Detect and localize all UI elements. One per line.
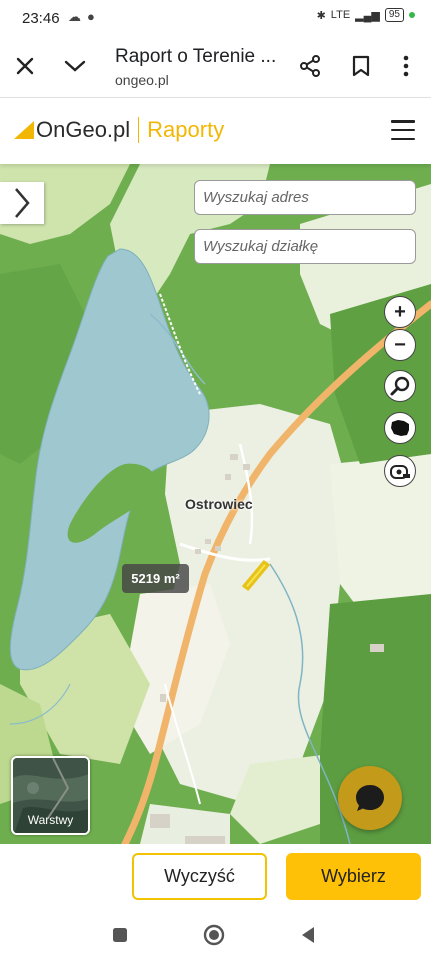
network-type: LTE <box>330 9 351 21</box>
menu-icon[interactable] <box>391 120 415 140</box>
measure-tape-icon[interactable] <box>384 455 416 487</box>
system-nav-bar <box>0 910 431 960</box>
place-label: Ostrowiec <box>185 496 253 512</box>
chat-icon <box>356 785 384 811</box>
chevron-right-icon <box>15 188 30 218</box>
action-bar: Wyczyść Wybierz <box>0 844 431 910</box>
status-time: 23:46 <box>22 10 60 27</box>
recent-apps-icon[interactable] <box>109 924 131 946</box>
bookmark-icon[interactable] <box>346 51 376 81</box>
share-icon[interactable] <box>295 51 325 81</box>
layers-label: Warstwy <box>27 813 74 827</box>
logo-divider <box>138 117 140 143</box>
battery-level: 95 <box>384 8 404 22</box>
brand-name: OnGeo.pl <box>36 117 131 142</box>
search-icon[interactable] <box>384 370 416 402</box>
chevron-down-icon[interactable] <box>60 51 90 81</box>
site-logo[interactable]: OnGeo.pl Raporty <box>14 117 224 143</box>
close-icon[interactable] <box>10 51 40 81</box>
chat-button[interactable] <box>338 766 402 830</box>
bluetooth-icon: ✱ <box>316 9 326 22</box>
clear-button[interactable]: Wyczyść <box>132 853 267 900</box>
status-bar: 23:46 ☁ ● ✱ LTE ▂▄▆ 95 <box>0 0 431 36</box>
poland-map-icon[interactable] <box>384 412 416 444</box>
search-address-input[interactable] <box>194 180 416 215</box>
map-view[interactable]: + − Ostrowiec 5219 m² Warstwy <box>0 164 431 844</box>
sidebar-toggle[interactable] <box>0 182 44 224</box>
layers-button[interactable]: Warstwy <box>11 756 90 835</box>
logo-triangle-icon <box>14 121 34 139</box>
signal-icon: ▂▄▆ <box>355 9 380 22</box>
status-notification-icons: ☁ ● <box>68 9 95 25</box>
back-icon[interactable] <box>297 924 319 946</box>
status-right: ✱ LTE ▂▄▆ 95 <box>317 8 415 22</box>
more-vert-icon[interactable] <box>391 51 421 81</box>
choose-button[interactable]: Wybierz <box>286 853 421 900</box>
section-name: Raporty <box>147 117 225 142</box>
zoom-out-icon[interactable]: − <box>384 329 416 361</box>
privacy-dot-icon <box>409 12 415 18</box>
site-header: OnGeo.pl Raporty <box>0 98 431 164</box>
area-label: 5219 m² <box>122 564 189 593</box>
cloud-icon: ☁ <box>68 9 81 24</box>
page-title: Raport o Terenie ... <box>115 46 277 67</box>
zoom-in-icon[interactable]: + <box>384 296 416 328</box>
home-icon[interactable] <box>203 924 225 946</box>
page-url: ongeo.pl <box>115 72 169 88</box>
search-parcel-input[interactable] <box>194 229 416 264</box>
browser-toolbar: Raport o Terenie ... ongeo.pl <box>0 36 431 98</box>
facebook-icon: ● <box>87 9 95 24</box>
